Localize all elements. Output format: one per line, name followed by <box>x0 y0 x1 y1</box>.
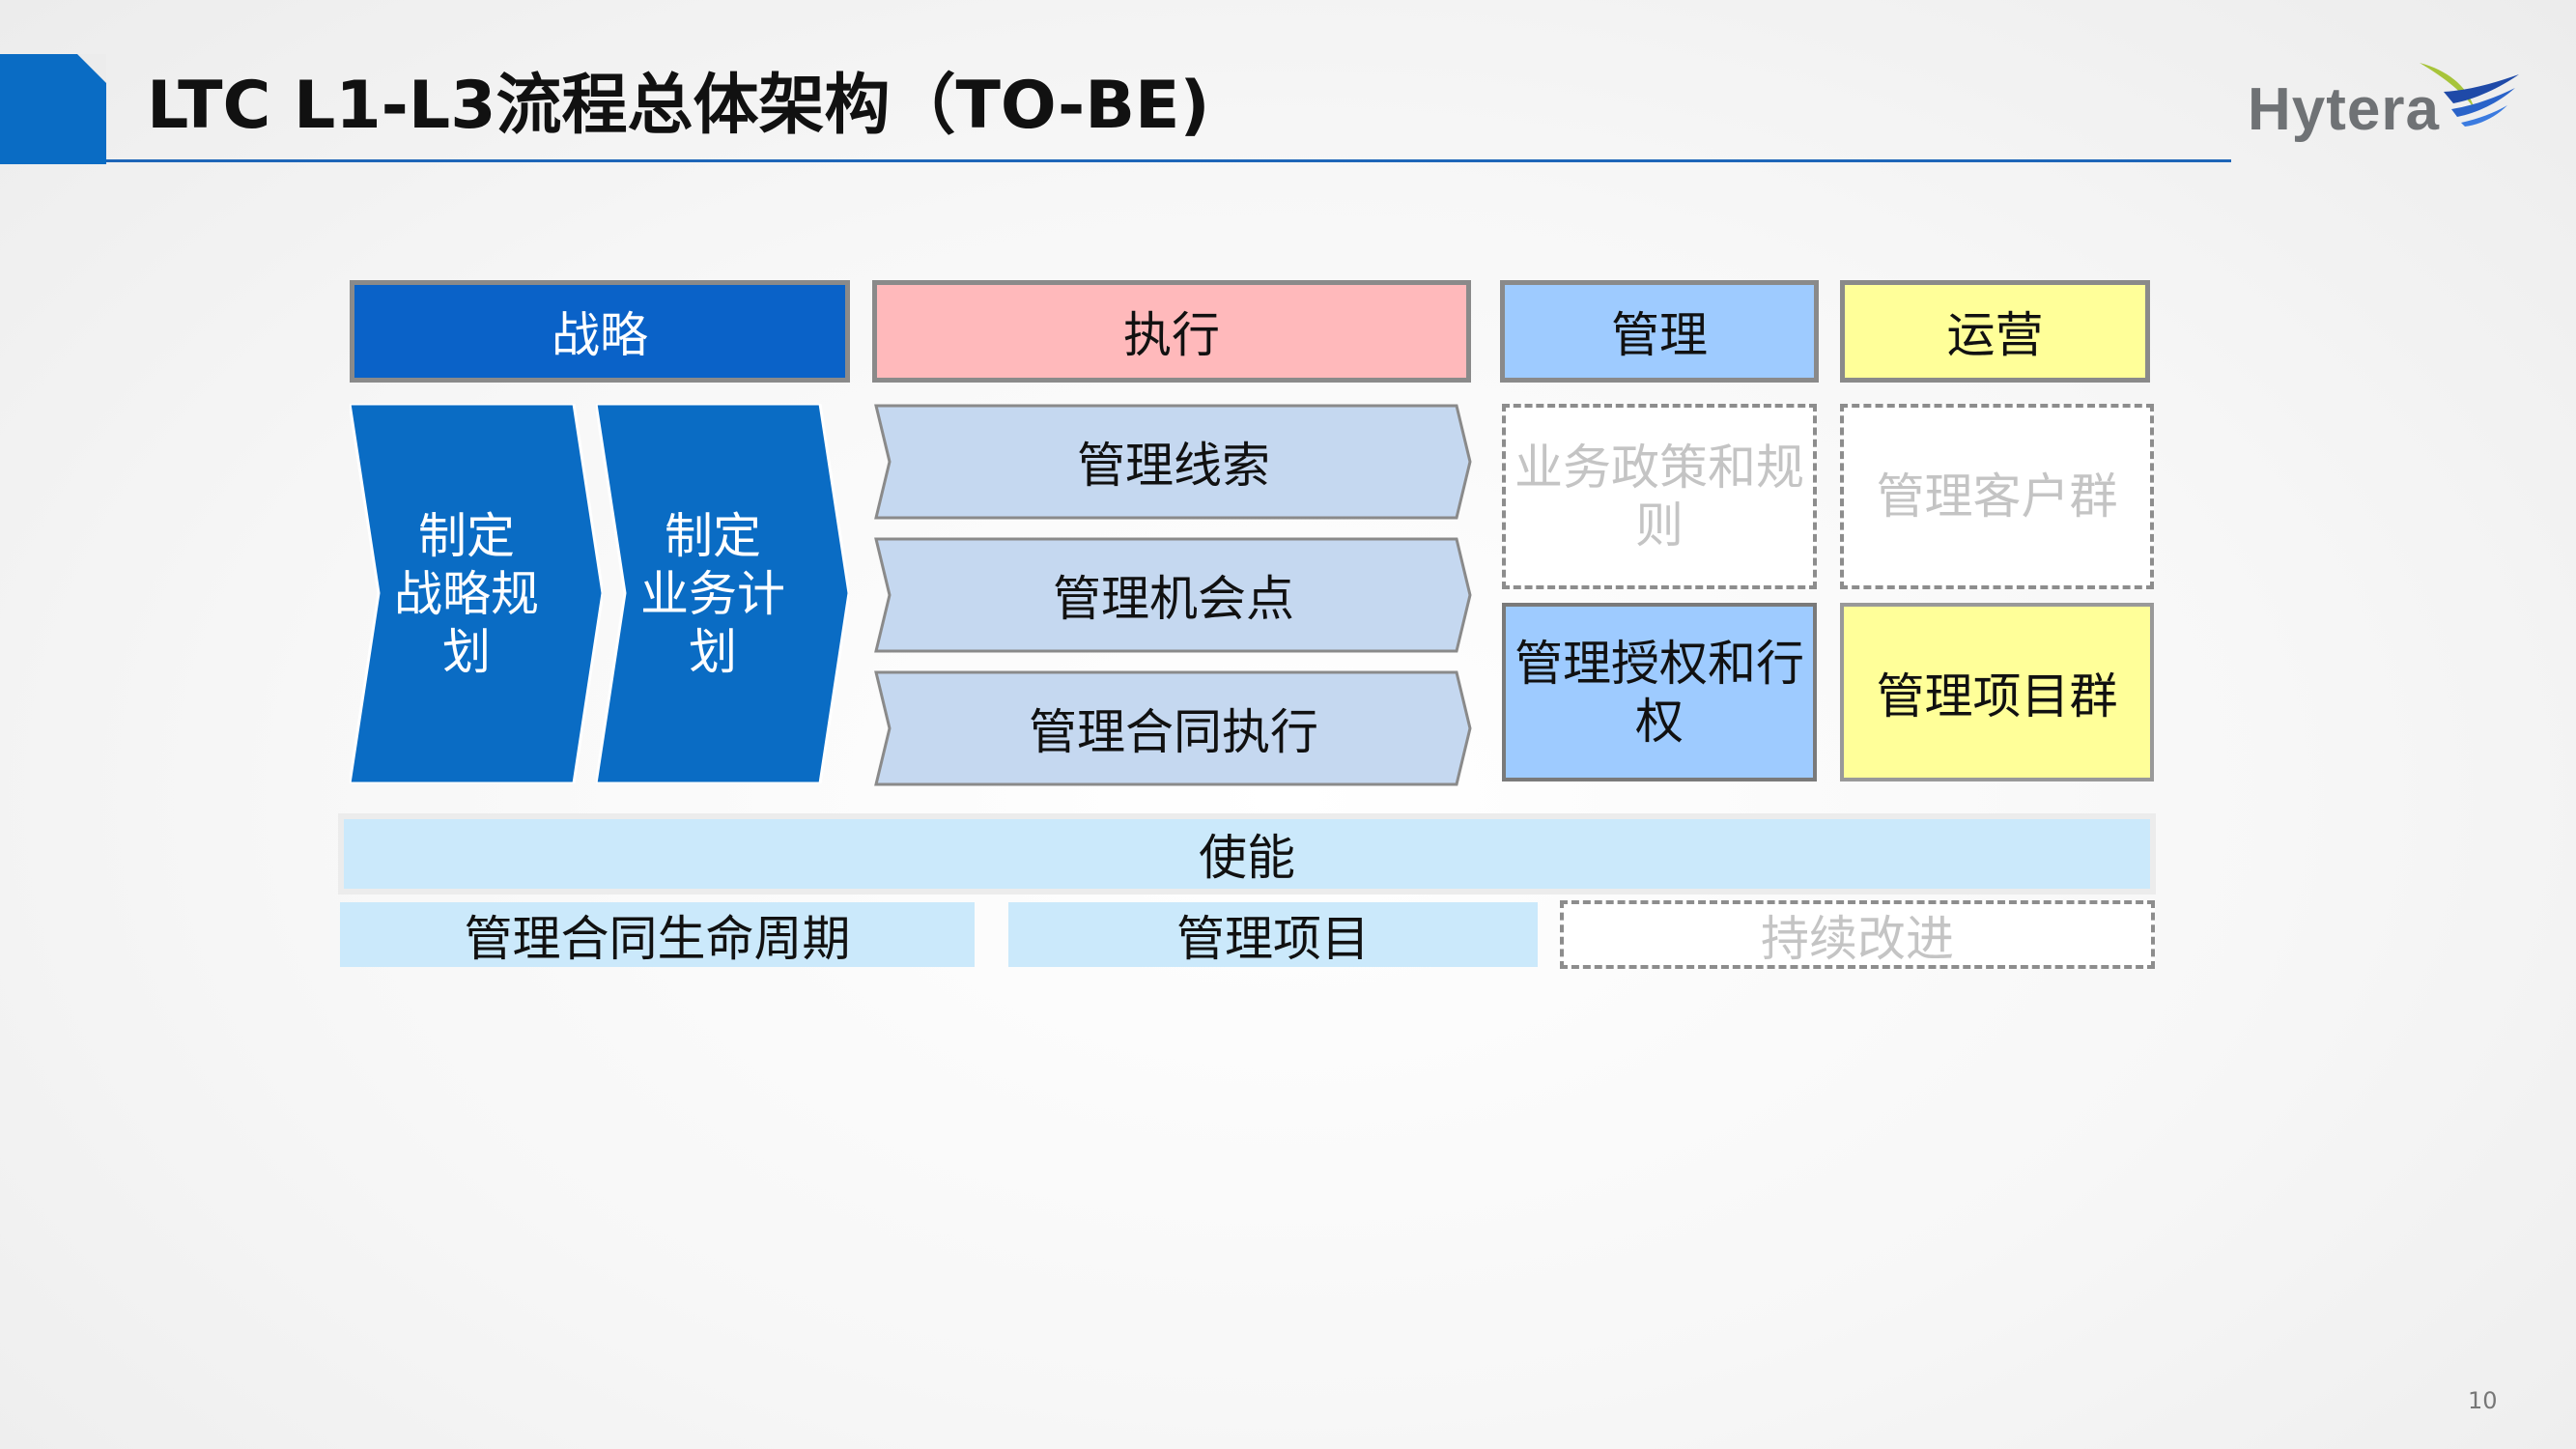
process-label: 管理线索 <box>1077 438 1270 494</box>
enable-item-continuous-improvement: 持续改进 <box>1560 900 2155 969</box>
column-header-execute: 执行 <box>872 280 1471 383</box>
page-title: LTC L1-L3流程总体架构（TO-BE) <box>147 67 1210 144</box>
process-manage-project-groups: 管理项目群 <box>1840 603 2154 781</box>
process-label: 管理合同执行 <box>1029 704 1318 760</box>
brand-logo-icon <box>2420 63 2519 127</box>
process-label: 业务政策和规 则 <box>1514 440 1804 554</box>
column-header-strategy: 战略 <box>350 280 850 383</box>
process-manage-contract-execution: 管理合同执行 <box>874 670 1473 786</box>
process-label: 管理授权和行 权 <box>1514 635 1804 750</box>
process-label: 持续改进 <box>1761 910 1954 967</box>
page-number: 10 <box>2468 1387 2498 1414</box>
column-header-operate: 运营 <box>1840 280 2150 383</box>
strategy-step-label: 制定 战略规 划 <box>350 404 603 783</box>
process-label: 管理合同生命周期 <box>464 910 851 967</box>
enable-bar: 使能 <box>338 813 2156 895</box>
strategy-step-text: 制定 业务计 划 <box>640 507 785 680</box>
process-label: 管理机会点 <box>1053 571 1294 627</box>
column-header-manage: 管理 <box>1500 280 1819 383</box>
strategy-step-business-plan: 制定 业务计 划 <box>596 404 849 783</box>
process-manage-customer-groups: 管理客户群 <box>1840 404 2154 589</box>
brand-logo-text: Hytera <box>2248 76 2440 143</box>
title-accent-tab <box>0 54 106 164</box>
process-business-policy-rules: 业务政策和规 则 <box>1502 404 1817 589</box>
enable-label: 使能 <box>1199 830 1295 886</box>
process-manage-leads: 管理线索 <box>874 404 1473 520</box>
process-label: 管理客户群 <box>1876 469 2118 525</box>
enable-item-manage-project: 管理项目 <box>1008 902 1538 967</box>
strategy-step-text: 制定 战略规 划 <box>394 507 539 680</box>
process-label: 管理项目群 <box>1876 668 2118 724</box>
title-divider <box>106 159 2231 162</box>
enable-item-contract-lifecycle: 管理合同生命周期 <box>340 902 975 967</box>
process-manage-opportunities: 管理机会点 <box>874 537 1473 653</box>
strategy-step-label: 制定 业务计 划 <box>596 404 849 783</box>
process-label: 管理项目 <box>1176 910 1370 967</box>
process-manage-authorization: 管理授权和行 权 <box>1502 603 1817 781</box>
strategy-step-planning: 制定 战略规 划 <box>350 404 603 783</box>
